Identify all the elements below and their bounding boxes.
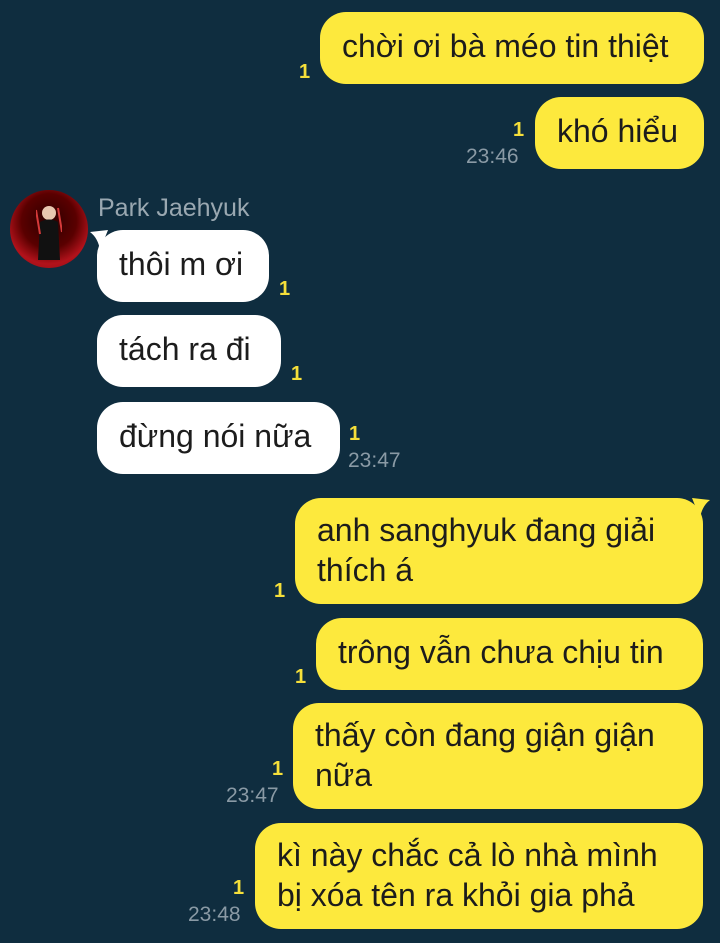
- unread-count: 1: [233, 877, 245, 899]
- message-text: thôi m ơi: [119, 246, 244, 282]
- outgoing-message-bubble[interactable]: thấy còn đang giận giận nữa: [293, 703, 703, 809]
- unread-count: 1: [295, 666, 307, 688]
- message-timestamp: 23:47: [348, 449, 401, 472]
- unread-count: 1: [349, 423, 361, 445]
- contact-avatar[interactable]: [10, 190, 88, 268]
- unread-count: 1: [274, 580, 286, 602]
- unread-count: 1: [291, 363, 303, 385]
- message-timestamp: 23:46: [466, 145, 519, 168]
- incoming-message-bubble[interactable]: tách ra đi: [97, 315, 281, 387]
- unread-count: 1: [299, 61, 311, 83]
- message-text: khó hiểu: [557, 113, 678, 149]
- message-timestamp: 23:48: [188, 903, 241, 926]
- outgoing-message-bubble[interactable]: trông vẫn chưa chịu tin: [316, 618, 703, 690]
- message-text: trông vẫn chưa chịu tin: [338, 634, 664, 670]
- outgoing-message-bubble[interactable]: anh sanghyuk đang giải thích á: [295, 498, 703, 604]
- message-text: kì này chắc cả lò nhà mình bị xóa tên ra…: [277, 837, 658, 913]
- message-timestamp: 23:47: [226, 784, 279, 807]
- message-text: tách ra đi: [119, 331, 251, 367]
- message-text: thấy còn đang giận giận nữa: [315, 717, 655, 793]
- unread-count: 1: [279, 278, 291, 300]
- bubble-tail: [90, 230, 108, 250]
- outgoing-message-bubble[interactable]: chời ơi bà méo tin thiệt: [320, 12, 704, 84]
- outgoing-message-bubble[interactable]: kì này chắc cả lò nhà mình bị xóa tên ra…: [255, 823, 703, 929]
- unread-count: 1: [272, 758, 284, 780]
- message-text: chời ơi bà méo tin thiệt: [342, 28, 669, 64]
- unread-count: 1: [513, 119, 525, 141]
- message-text: đừng nói nữa: [119, 418, 312, 454]
- bubble-tail: [692, 498, 710, 518]
- incoming-message-bubble[interactable]: thôi m ơi: [97, 230, 269, 302]
- incoming-message-bubble[interactable]: đừng nói nữa: [97, 402, 340, 474]
- outgoing-message-bubble[interactable]: khó hiểu: [535, 97, 704, 169]
- avatar-photo: [36, 206, 62, 260]
- message-text: anh sanghyuk đang giải thích á: [317, 512, 656, 588]
- contact-name: Park Jaehyuk: [98, 194, 250, 222]
